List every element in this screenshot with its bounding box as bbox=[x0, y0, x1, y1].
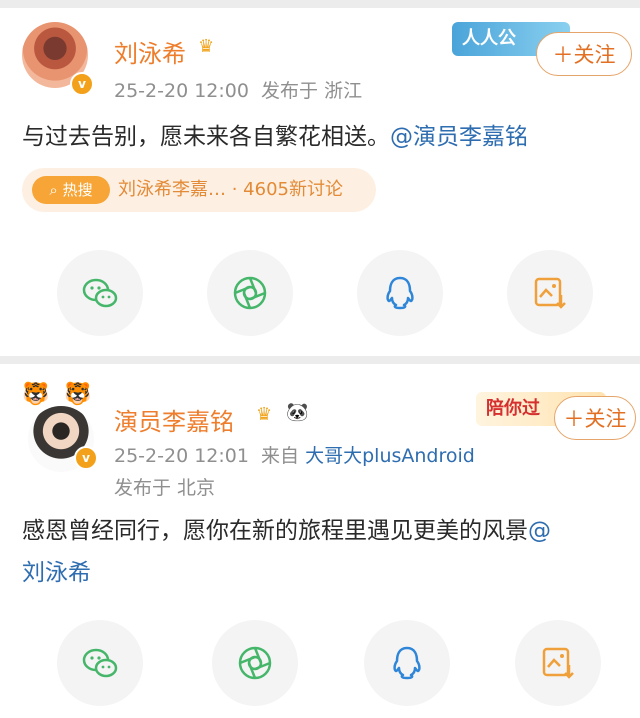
crown-icon: ♛ bbox=[256, 404, 273, 425]
moments-icon bbox=[238, 646, 272, 680]
share-qq[interactable] bbox=[357, 250, 443, 336]
share-save-image[interactable] bbox=[515, 620, 601, 706]
post-content: 感恩曾经同行，愿你在新的旅程里遇见更美的风景@ 刘泳希 bbox=[22, 518, 551, 586]
wechat-icon bbox=[82, 278, 118, 308]
panda-icon: 🐼 bbox=[286, 402, 309, 423]
source-link[interactable]: 大哥大plusAndroid bbox=[305, 445, 475, 467]
share-qq[interactable] bbox=[364, 620, 450, 706]
qq-icon bbox=[393, 646, 421, 680]
mention-link[interactable]: @演员李嘉铭 bbox=[390, 124, 528, 150]
verified-icon: v bbox=[70, 72, 94, 96]
author-name[interactable]: 刘泳希 bbox=[114, 34, 186, 69]
tiger-decoration-icon: 🐯 bbox=[64, 382, 92, 407]
hot-search-topic: 刘泳希李嘉… · 4605新讨论 bbox=[118, 179, 343, 200]
post-location: 发布于 北京 bbox=[114, 477, 216, 499]
verified-icon: v bbox=[74, 446, 98, 470]
wechat-icon bbox=[82, 648, 118, 678]
save-image-icon bbox=[534, 277, 566, 309]
share-wechat[interactable] bbox=[57, 620, 143, 706]
post-time: 25-2-20 12:01 来自 大哥大plusAndroid bbox=[114, 445, 475, 467]
share-moments[interactable] bbox=[212, 620, 298, 706]
post-time: 25-2-20 12:00 发布于 浙江 bbox=[114, 80, 363, 102]
author-name[interactable]: 演员李嘉铭 bbox=[114, 402, 234, 437]
tiger-decoration-icon: 🐯 bbox=[22, 382, 50, 407]
qq-icon bbox=[386, 276, 414, 310]
crown-icon: ♛ bbox=[198, 36, 215, 57]
share-save-image[interactable] bbox=[507, 250, 593, 336]
share-wechat[interactable] bbox=[57, 250, 143, 336]
share-moments[interactable] bbox=[207, 250, 293, 336]
save-image-icon bbox=[542, 647, 574, 679]
hot-search-tag[interactable]: ⌕ 热搜 刘泳希李嘉… · 4605新讨论 bbox=[22, 168, 376, 212]
follow-button[interactable]: ＋关注 bbox=[536, 32, 632, 76]
hot-search-badge: ⌕ 热搜 bbox=[32, 176, 110, 204]
post-content: 与过去告别，愿未来各自繁花相送。@演员李嘉铭 bbox=[22, 124, 528, 150]
moments-icon bbox=[233, 276, 267, 310]
follow-button[interactable]: ＋关注 bbox=[554, 396, 636, 440]
